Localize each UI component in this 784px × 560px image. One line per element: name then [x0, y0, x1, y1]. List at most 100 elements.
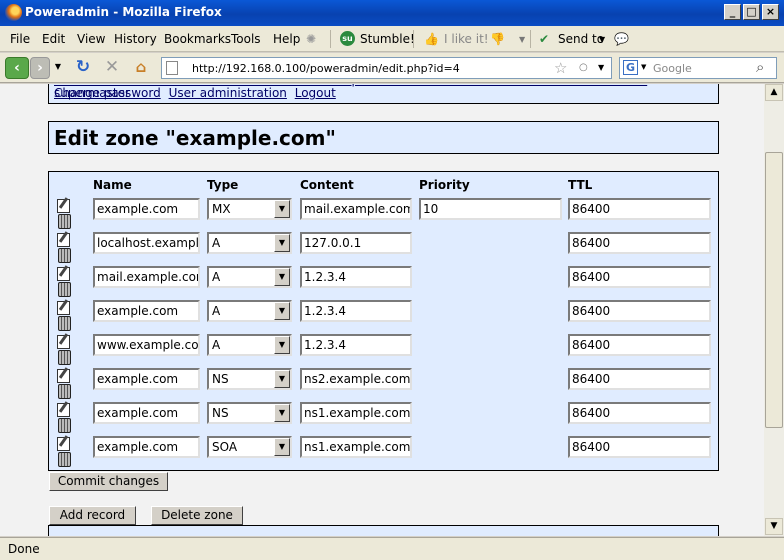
thumbs-down-icon[interactable]: 👎	[490, 32, 505, 46]
feed-icon[interactable]: ○	[579, 62, 588, 73]
forward-button[interactable]: ›	[30, 57, 50, 79]
back-button[interactable]: ‹	[5, 57, 29, 79]
search-input[interactable]: Google	[653, 62, 692, 75]
menu-view[interactable]: View	[77, 32, 105, 46]
record-ttl-field[interactable]: 86400	[568, 198, 711, 220]
chevron-down-icon[interactable]: ▼	[519, 35, 525, 44]
dropdown-arrow-icon[interactable]: ▼	[274, 336, 290, 354]
edit-record-icon[interactable]	[57, 301, 70, 315]
menu-help[interactable]: Help	[273, 32, 300, 46]
dropdown-arrow-icon[interactable]: ▼	[274, 302, 290, 320]
edit-record-icon[interactable]	[57, 369, 70, 383]
search-magnifier-icon[interactable]: ⌕	[756, 58, 764, 76]
send-to-button[interactable]: Send to	[558, 32, 604, 46]
record-ttl-field[interactable]: 86400	[568, 402, 711, 424]
home-icon[interactable]: ⌂	[130, 57, 152, 79]
delete-record-icon[interactable]	[58, 248, 71, 263]
edit-record-icon[interactable]	[57, 267, 70, 281]
add-record-button[interactable]: Add record	[49, 506, 136, 525]
delete-record-icon[interactable]	[58, 282, 71, 297]
change-password-link[interactable]: Change password	[54, 86, 161, 100]
edit-record-icon[interactable]	[57, 233, 70, 247]
menu-edit[interactable]: Edit	[42, 32, 65, 46]
edit-record-icon[interactable]	[57, 199, 70, 213]
scrollbar-thumb[interactable]	[765, 152, 783, 428]
minimize-button[interactable]: _	[724, 4, 741, 20]
delete-record-icon[interactable]	[58, 452, 71, 467]
url-bar[interactable]: http://192.168.0.100/poweradmin/edit.php…	[161, 57, 612, 79]
logout-link[interactable]: Logout	[295, 86, 336, 100]
stumbleupon-icon[interactable]: su	[340, 31, 355, 46]
menu-tools[interactable]: Tools	[231, 32, 261, 46]
google-engine-icon[interactable]: G	[623, 60, 638, 75]
record-content-field[interactable]: 1.2.3.4	[300, 300, 412, 322]
record-name-field[interactable]: example.com	[93, 436, 200, 458]
reload-icon[interactable]: ↻	[72, 57, 94, 79]
record-content-field[interactable]: 1.2.3.4	[300, 266, 412, 288]
record-ttl-field[interactable]: 86400	[568, 368, 711, 390]
record-ttl-field[interactable]: 86400	[568, 300, 711, 322]
edit-record-icon[interactable]	[57, 335, 70, 349]
delete-record-icon[interactable]	[58, 384, 71, 399]
record-type-select[interactable]: MX ▼	[207, 198, 292, 220]
record-ttl-field[interactable]: 86400	[568, 334, 711, 356]
history-dropdown-icon[interactable]: ▼	[52, 57, 64, 79]
record-name-field[interactable]: example.com	[93, 402, 200, 424]
stop-icon[interactable]: ✕	[101, 57, 123, 79]
record-type-select[interactable]: NS ▼	[207, 402, 292, 424]
delete-record-icon[interactable]	[58, 316, 71, 331]
scroll-down-arrow-icon[interactable]: ▼	[765, 518, 783, 535]
menu-bookmarks[interactable]: Bookmarks	[164, 32, 231, 46]
record-name-field[interactable]: mail.example.com	[93, 266, 200, 288]
menu-file[interactable]: File	[10, 32, 30, 46]
dropdown-arrow-icon[interactable]: ▼	[274, 200, 290, 218]
close-button[interactable]: ×	[762, 4, 779, 20]
search-box[interactable]: G ▼ Google ⌕	[619, 57, 777, 79]
record-content-field[interactable]: ns2.example.com	[300, 368, 412, 390]
thumbs-up-icon[interactable]: 👍	[424, 32, 439, 46]
url-dropdown-icon[interactable]: ▼	[598, 63, 604, 72]
commit-changes-button[interactable]: Commit changes	[49, 472, 168, 491]
dropdown-arrow-icon[interactable]: ▼	[274, 404, 290, 422]
record-ttl-field[interactable]: 86400	[568, 266, 711, 288]
record-content-field[interactable]: mail.example.com	[300, 198, 412, 220]
maximize-button[interactable]: □	[743, 4, 760, 20]
record-ttl-field[interactable]: 86400	[568, 436, 711, 458]
record-type-select[interactable]: A ▼	[207, 300, 292, 322]
chevron-down-icon[interactable]: ▼	[641, 63, 646, 71]
delete-record-icon[interactable]	[58, 418, 71, 433]
url-text[interactable]: http://192.168.0.100/poweradmin/edit.php…	[192, 62, 460, 75]
record-type-select[interactable]: A ▼	[207, 334, 292, 356]
record-type-select[interactable]: A ▼	[207, 266, 292, 288]
record-type-select[interactable]: NS ▼	[207, 368, 292, 390]
record-content-field[interactable]: 1.2.3.4	[300, 334, 412, 356]
speech-bubble-icon[interactable]: 💬	[614, 32, 629, 46]
dropdown-arrow-icon[interactable]: ▼	[274, 268, 290, 286]
delete-record-icon[interactable]	[58, 214, 71, 229]
bookmark-star-icon[interactable]: ☆	[554, 59, 567, 77]
edit-record-icon[interactable]	[57, 437, 70, 451]
i-like-it-button[interactable]: I like it!	[444, 32, 489, 46]
user-administration-link[interactable]: User administration	[169, 86, 287, 100]
scroll-up-arrow-icon[interactable]: ▲	[765, 84, 783, 101]
record-ttl-field[interactable]: 86400	[568, 232, 711, 254]
record-name-field[interactable]: www.example.com	[93, 334, 200, 356]
record-type-select[interactable]: SOA ▼	[207, 436, 292, 458]
delete-zone-button[interactable]: Delete zone	[151, 506, 243, 525]
stumble-button[interactable]: Stumble!	[360, 32, 415, 46]
dropdown-arrow-icon[interactable]: ▼	[274, 234, 290, 252]
vertical-scrollbar[interactable]: ▲ ▼	[764, 84, 784, 536]
record-content-field[interactable]: 127.0.0.1	[300, 232, 412, 254]
menu-history[interactable]: History	[114, 32, 157, 46]
dropdown-arrow-icon[interactable]: ▼	[274, 370, 290, 388]
record-priority-field[interactable]: 10	[419, 198, 562, 220]
edit-record-icon[interactable]	[57, 403, 70, 417]
record-type-select[interactable]: A ▼	[207, 232, 292, 254]
record-name-field[interactable]: localhost.example.com	[93, 232, 200, 254]
record-content-field[interactable]: ns1.example.com	[300, 436, 412, 458]
dropdown-arrow-icon[interactable]: ▼	[274, 438, 290, 456]
chevron-down-icon[interactable]: ▼	[599, 35, 605, 44]
record-name-field[interactable]: example.com	[93, 300, 200, 322]
record-name-field[interactable]: example.com	[93, 198, 200, 220]
delete-record-icon[interactable]	[58, 350, 71, 365]
